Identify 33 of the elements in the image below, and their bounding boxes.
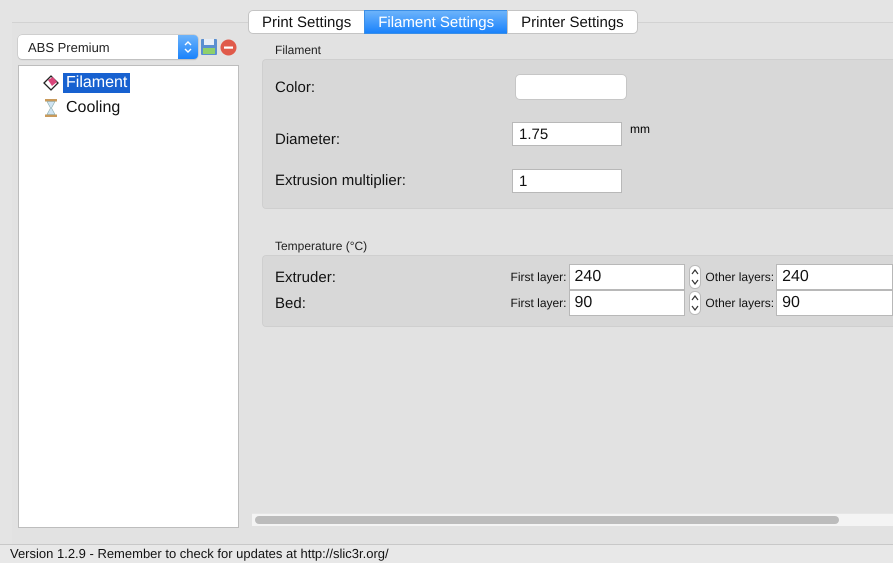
section-title: Temperature (°C)	[274, 239, 368, 255]
unit-label: mm	[630, 122, 650, 136]
tab[interactable]: Print Settings	[248, 10, 366, 34]
spool-icon	[41, 72, 61, 92]
field-label: Color:	[275, 78, 316, 96]
delete-icon[interactable]	[220, 38, 237, 56]
field-label: Extrusion multiplier:	[275, 172, 407, 190]
input-field[interactable]: 1.75	[512, 122, 622, 146]
chevron-icon	[184, 40, 192, 54]
input-field[interactable]: 1	[512, 168, 622, 193]
input-field[interactable]: 90	[776, 290, 893, 316]
field-label: Extruder:	[275, 268, 337, 286]
tree-item[interactable]: Cooling	[63, 98, 124, 118]
field-label: First layer:	[510, 296, 567, 310]
input-field[interactable]: 240	[776, 264, 893, 290]
field-label: First layer:	[510, 270, 567, 284]
preset-dropdown[interactable]: ABS Premium	[18, 35, 198, 59]
section-title: Filament	[274, 43, 322, 59]
save-icon[interactable]	[200, 38, 218, 56]
status-bar: Version 1.2.9 - Remember to check for updates at http://slic3r.org/	[0, 544, 893, 563]
field-label: Other layers:	[705, 296, 774, 310]
field-label: Other layers:	[705, 270, 774, 284]
tab[interactable]: Printer Settings	[507, 10, 638, 34]
tree-item[interactable]: Filament	[63, 72, 130, 92]
field-label: Diameter:	[275, 130, 342, 150]
spinner-icon[interactable]	[689, 265, 702, 289]
color-picker[interactable]	[515, 74, 627, 100]
input-field[interactable]: 240	[568, 264, 686, 290]
scrollbar-thumb[interactable]	[255, 516, 839, 524]
input-field[interactable]: 90	[568, 290, 686, 316]
spinner-icon[interactable]	[689, 291, 702, 315]
field-label: Bed:	[275, 294, 307, 312]
scrollbar[interactable]	[252, 513, 893, 526]
